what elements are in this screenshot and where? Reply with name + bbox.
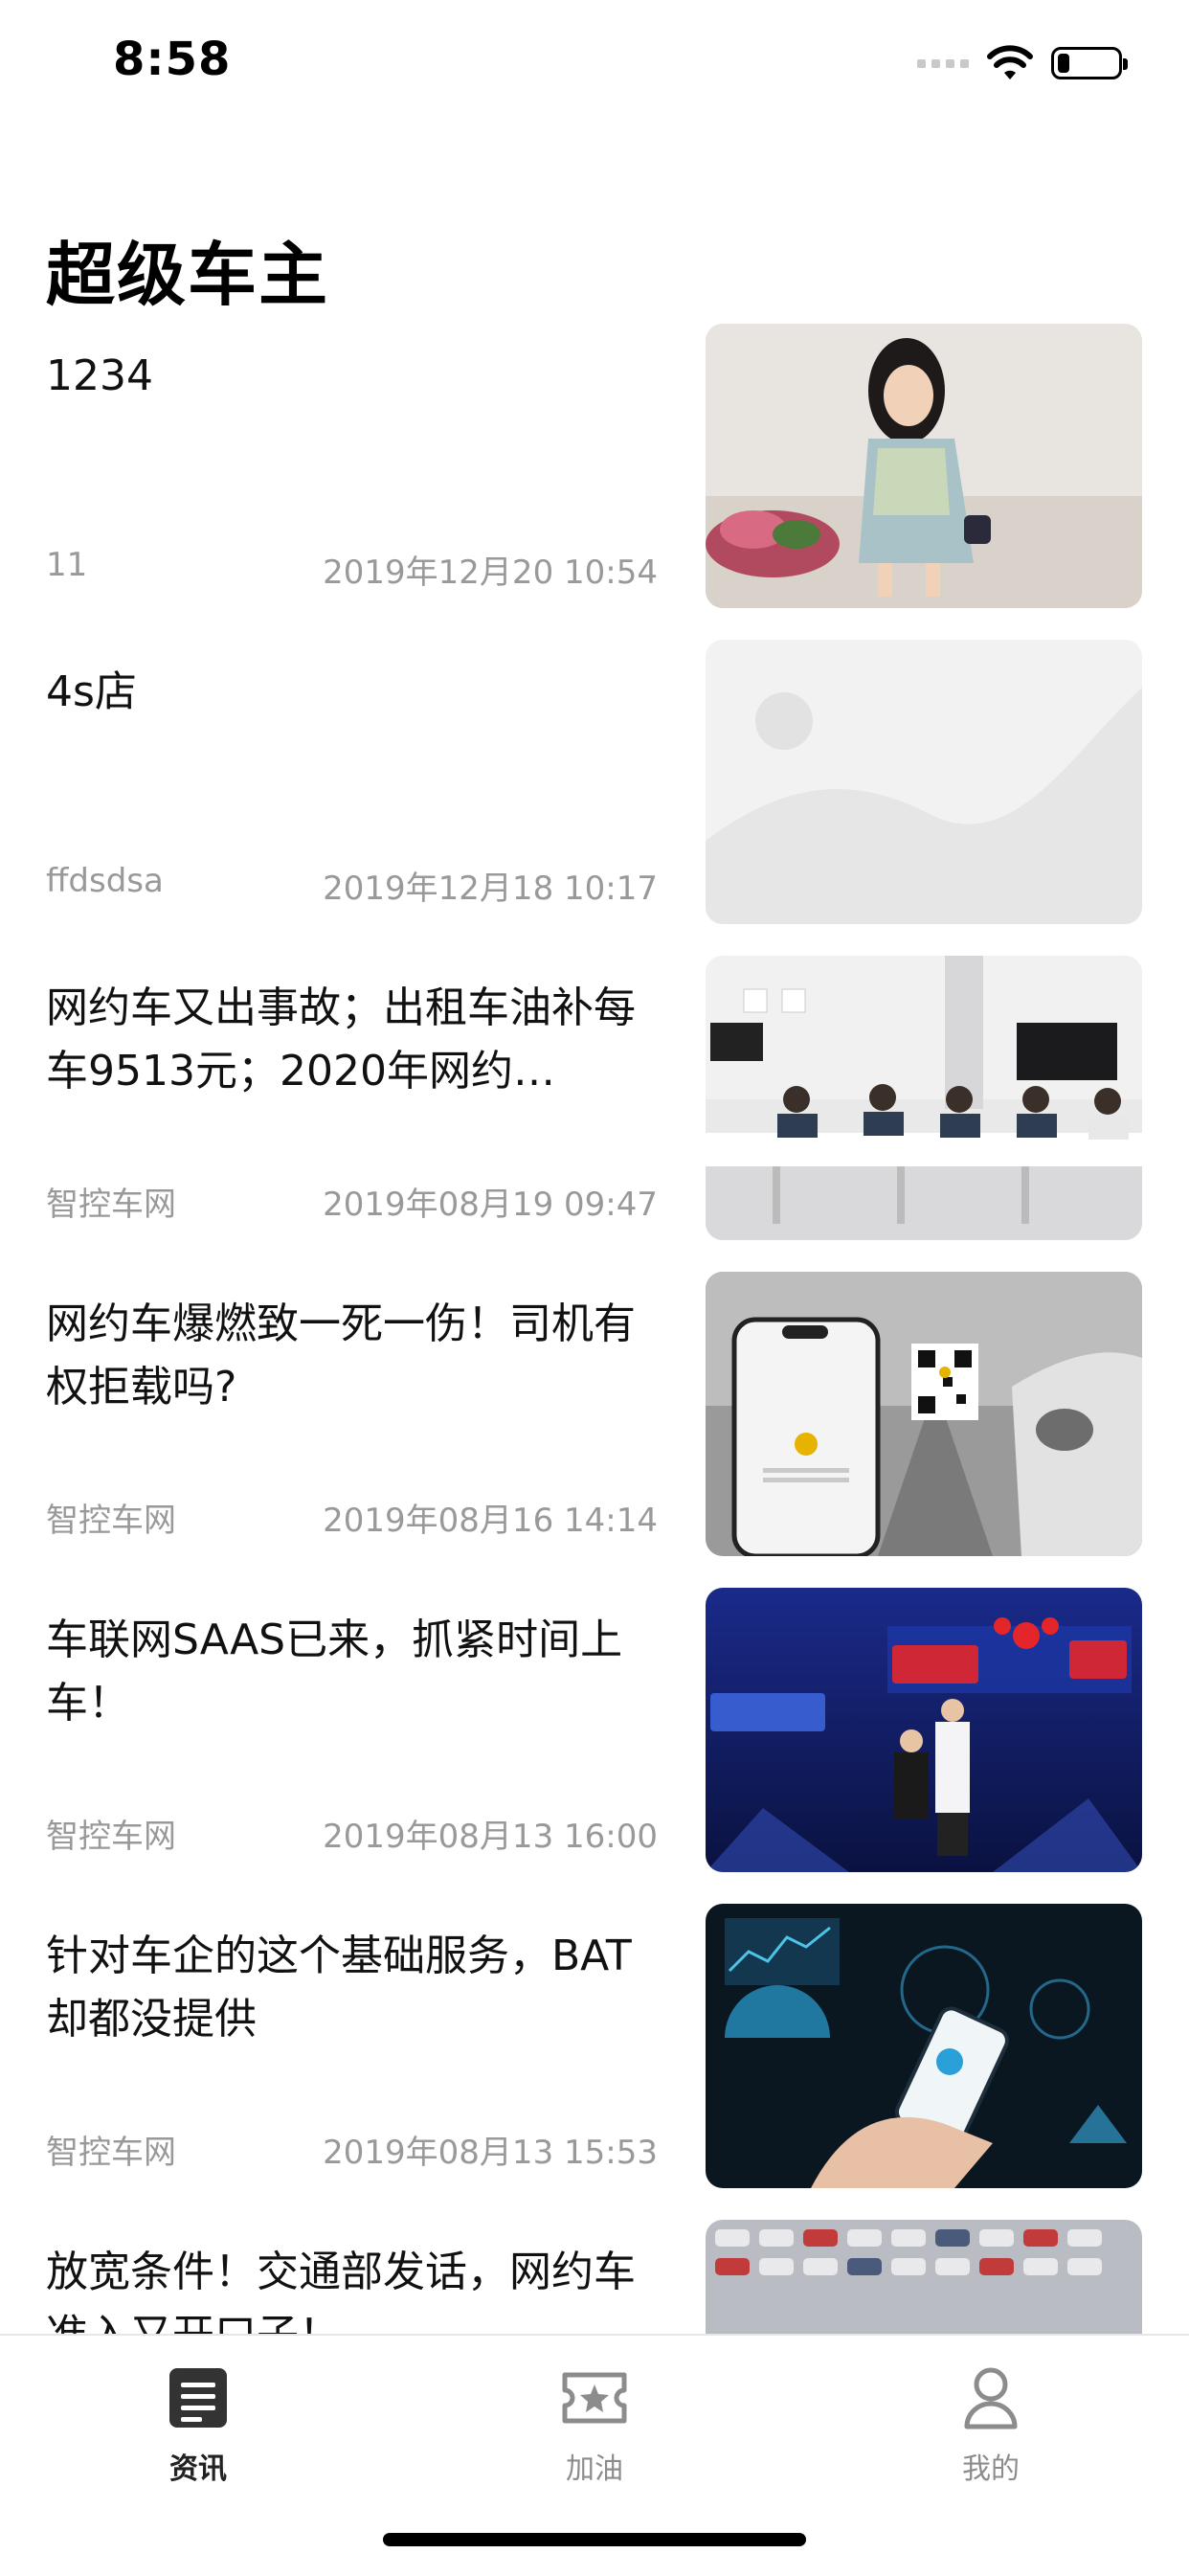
news-title: 网约车又出事故；出租车油补每车9513元；2020年网约… xyxy=(46,983,636,1096)
news-item[interactable]: 放宽条件！交通部发话，网约车准入又开口子！ xyxy=(0,2220,1189,2335)
cellular-signal-icon xyxy=(917,58,969,68)
news-title: 网约车爆燃致一死一伤！司机有权拒载吗? xyxy=(46,1299,636,1412)
photo-baidu-geely-image xyxy=(706,1588,1142,1872)
photo-cars-lot-image xyxy=(706,2220,1142,2335)
news-source: 智控车网 xyxy=(46,1502,176,1540)
news-date: 2019年08月19 09:47 xyxy=(323,1186,658,1224)
news-source: 11 xyxy=(46,546,88,584)
news-source: ffdsdsa xyxy=(46,862,164,900)
news-source: 智控车网 xyxy=(46,1186,176,1224)
news-item[interactable]: 4s店 ffdsdsa 2019年12月18 10:17 xyxy=(0,640,1189,956)
photo-meeting-image xyxy=(706,956,1142,1240)
battery-level xyxy=(1058,54,1069,73)
tab-refuel[interactable]: 加油 xyxy=(499,2361,690,2487)
photo-girl-image xyxy=(706,324,1142,608)
news-date: 2019年08月13 15:53 xyxy=(323,2134,658,2172)
tab-label: 我的 xyxy=(962,2452,1020,2486)
news-title: 针对车企的这个基础服务，BAT却都没提供 xyxy=(46,1932,632,2044)
battery-icon xyxy=(1051,47,1128,79)
news-title: 车联网SAAS已来，抓紧时间上车！ xyxy=(46,1616,623,1728)
status-indicators xyxy=(917,42,1128,84)
page-title: 超级车主 xyxy=(46,235,330,315)
ticket-star-icon xyxy=(499,2361,690,2435)
news-date: 2019年12月18 10:17 xyxy=(323,870,658,908)
news-item[interactable]: 针对车企的这个基础服务，BAT却都没提供 智控车网 2019年08月13 15:… xyxy=(0,1904,1189,2220)
news-thumbnail[interactable] xyxy=(706,640,1142,924)
news-thumbnail[interactable] xyxy=(706,324,1142,608)
news-item[interactable]: 网约车爆燃致一死一伤！司机有权拒载吗? 智控车网 2019年08月16 14:1… xyxy=(0,1272,1189,1588)
news-title: 4s店 xyxy=(46,667,137,716)
news-thumbnail[interactable] xyxy=(706,956,1142,1240)
news-title: 放宽条件！交通部发话，网约车准入又开口子！ xyxy=(46,2248,636,2335)
status-time: 8:58 xyxy=(113,33,232,86)
home-indicator xyxy=(383,2533,806,2546)
news-item[interactable]: 车联网SAAS已来，抓紧时间上车！ 智控车网 2019年08月13 16:00 xyxy=(0,1588,1189,1904)
photo-hand-phone-image xyxy=(706,1904,1142,2188)
placeholder-image-icon xyxy=(706,640,1142,924)
news-date: 2019年08月16 14:14 xyxy=(323,1502,658,1540)
news-date: 2019年12月20 10:54 xyxy=(323,554,658,592)
status-bar: 8:58 xyxy=(0,0,1189,124)
news-source: 智控车网 xyxy=(46,2134,176,2172)
tab-news[interactable]: 资讯 xyxy=(102,2361,294,2487)
news-source: 智控车网 xyxy=(46,1818,176,1856)
photo-phone-qr-image xyxy=(706,1272,1142,1556)
user-icon xyxy=(895,2361,1087,2435)
news-thumbnail[interactable] xyxy=(706,1272,1142,1556)
news-list[interactable]: 1234 11 2019年12月20 10:54 4s店 ffdsdsa 201… xyxy=(0,324,1189,2335)
news-item[interactable]: 网约车又出事故；出租车油补每车9513元；2020年网约… 智控车网 2019年… xyxy=(0,956,1189,1272)
news-thumbnail[interactable] xyxy=(706,2220,1142,2335)
tab-label: 加油 xyxy=(566,2452,623,2486)
tab-label: 资讯 xyxy=(169,2452,227,2486)
news-icon xyxy=(102,2361,294,2435)
news-title: 1234 xyxy=(46,351,153,400)
news-item[interactable]: 1234 11 2019年12月20 10:54 xyxy=(0,324,1189,640)
news-date: 2019年08月13 16:00 xyxy=(323,1818,658,1856)
news-thumbnail[interactable] xyxy=(706,1904,1142,2188)
wifi-icon xyxy=(987,45,1033,79)
news-thumbnail[interactable] xyxy=(706,1588,1142,1872)
tab-mine[interactable]: 我的 xyxy=(895,2361,1087,2487)
